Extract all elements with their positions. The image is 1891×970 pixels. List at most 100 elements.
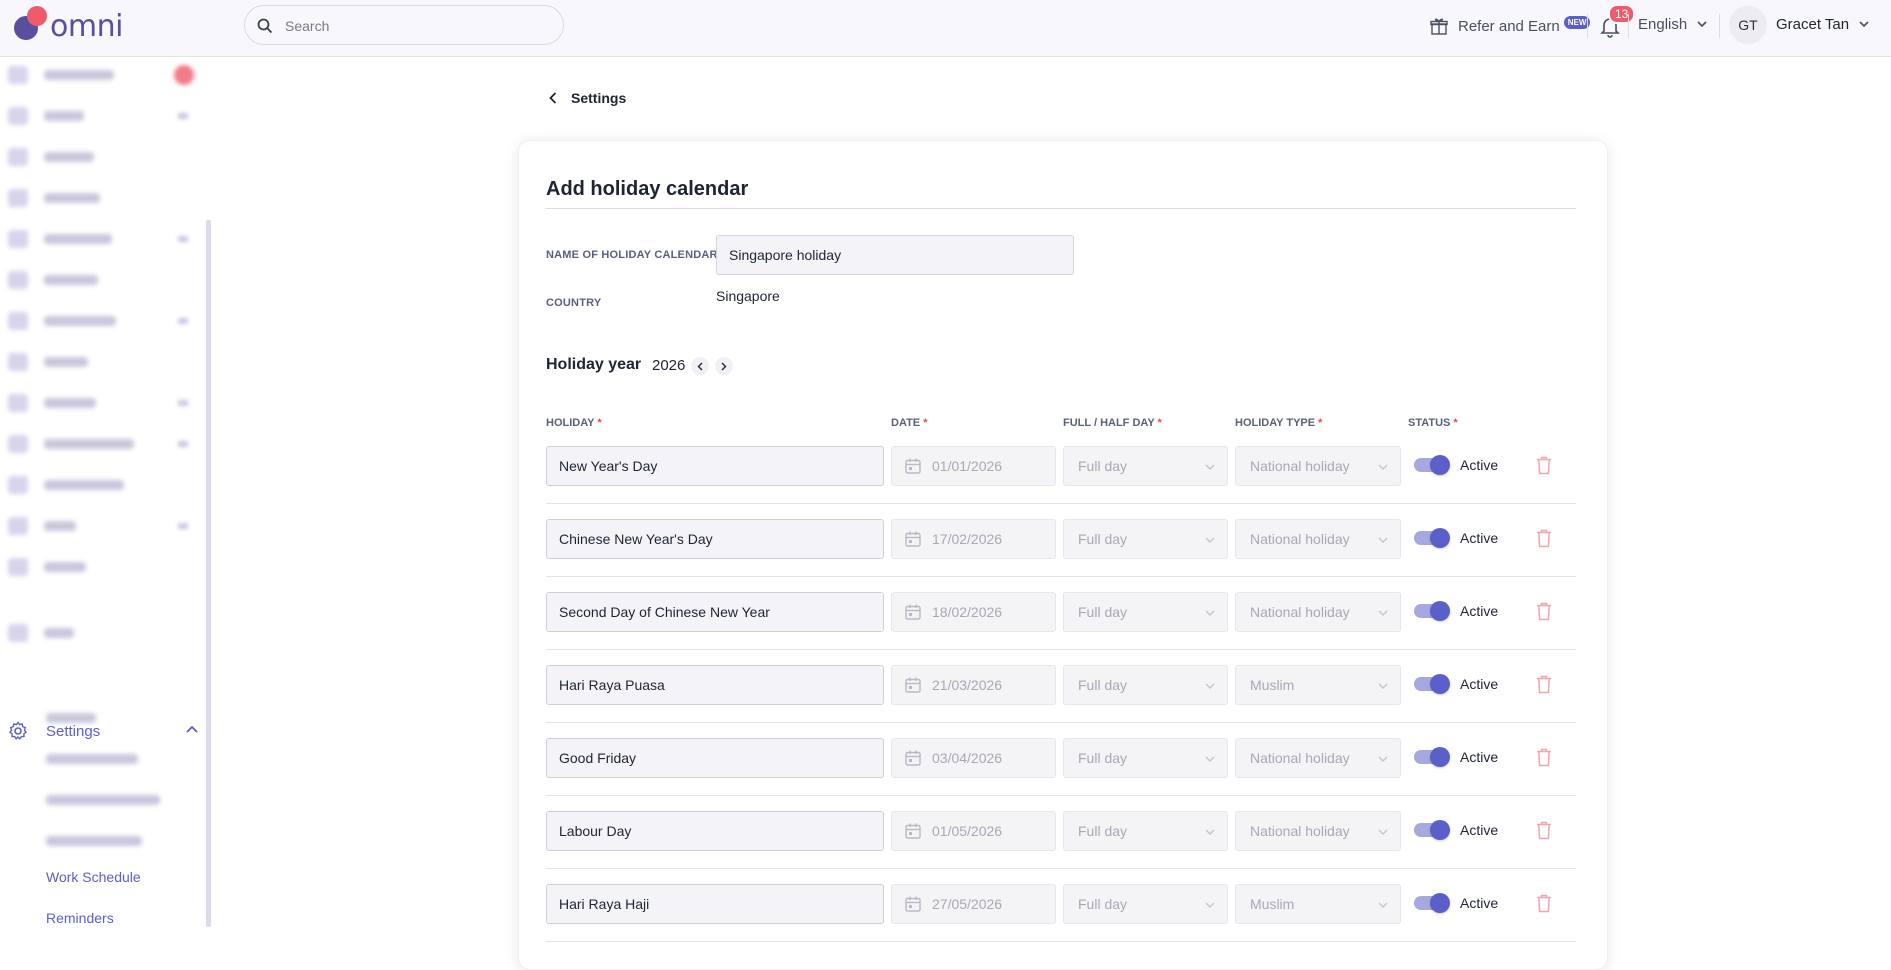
day-type-value: Full day	[1078, 750, 1128, 766]
chevron-left-icon	[549, 92, 557, 104]
status-label: Active	[1460, 749, 1499, 765]
holiday-type-select[interactable]: Muslim	[1235, 884, 1401, 924]
toggle-knob	[1430, 674, 1450, 694]
day-type-select[interactable]: Full day	[1063, 519, 1228, 559]
date-picker[interactable]: 03/04/2026	[891, 738, 1056, 778]
holiday-type-select[interactable]: National holiday	[1235, 446, 1401, 486]
date-picker[interactable]: 27/05/2026	[891, 884, 1056, 924]
chevron-up-icon[interactable]	[186, 725, 198, 733]
calendar-name-input[interactable]	[716, 235, 1074, 275]
calendar-icon	[905, 677, 921, 693]
user-menu[interactable]: Gracet Tan	[1776, 16, 1869, 33]
holiday-name-input[interactable]	[546, 665, 884, 705]
day-type-select[interactable]: Full day	[1063, 446, 1228, 486]
date-picker[interactable]: 18/02/2026	[891, 592, 1056, 632]
sidebar-subitem-reminders[interactable]: Reminders	[46, 910, 114, 926]
sidebar-subitem-work-schedule[interactable]: Work Schedule	[46, 869, 141, 885]
sidebar-item-blurred[interactable]	[8, 352, 88, 372]
sidebar-item-blurred[interactable]	[8, 270, 98, 290]
trash-icon[interactable]	[1536, 894, 1552, 913]
chevron-down-icon	[1378, 756, 1388, 762]
date-picker[interactable]: 17/02/2026	[891, 519, 1056, 559]
trash-icon[interactable]	[1536, 675, 1552, 694]
sidebar-subitem-blurred[interactable]	[46, 836, 142, 846]
chevron-right-icon	[721, 362, 727, 370]
sidebar-item-blurred[interactable]	[8, 434, 134, 454]
sidebar-subitem-blurred[interactable]	[46, 795, 160, 805]
date-value: 01/01/2026	[932, 458, 1003, 474]
day-type-select[interactable]: Full day	[1063, 592, 1228, 632]
holiday-name-input[interactable]	[546, 446, 884, 486]
sidebar-item-blurred[interactable]	[8, 393, 96, 413]
holiday-type-select[interactable]: National holiday	[1235, 592, 1401, 632]
row-divider	[546, 868, 1576, 869]
date-value: 18/02/2026	[932, 604, 1003, 620]
holiday-name-input[interactable]	[546, 884, 884, 924]
avatar[interactable]: GT	[1729, 6, 1767, 44]
date-picker[interactable]: 21/03/2026	[891, 665, 1056, 705]
holiday-type-select[interactable]: Muslim	[1235, 665, 1401, 705]
sidebar-item-blurred[interactable]	[8, 475, 124, 495]
status-label: Active	[1460, 676, 1499, 692]
trash-icon[interactable]	[1536, 529, 1552, 548]
trash-icon[interactable]	[1536, 748, 1552, 767]
column-header-date: DATE *	[891, 417, 928, 429]
status-toggle[interactable]	[1414, 528, 1450, 548]
chevron-down-icon	[1378, 610, 1388, 616]
search-box[interactable]	[244, 5, 564, 45]
previous-year-button[interactable]	[691, 357, 709, 375]
holiday-name-input[interactable]	[546, 811, 884, 851]
sidebar-item-blurred[interactable]	[8, 311, 116, 331]
divider	[546, 208, 1576, 209]
status-label: Active	[1460, 457, 1499, 473]
sidebar-item-blurred[interactable]	[8, 516, 76, 536]
trash-icon[interactable]	[1536, 456, 1552, 475]
status-toggle[interactable]	[1414, 747, 1450, 767]
breadcrumb[interactable]: Settings	[549, 90, 626, 106]
sidebar-item-blurred[interactable]	[8, 229, 112, 249]
table-row: 21/03/2026 Full day Muslim Active	[546, 665, 1576, 738]
sidebar-subitem-blurred[interactable]	[46, 754, 138, 764]
sidebar-item-blurred[interactable]	[8, 147, 94, 167]
holiday-name-input[interactable]	[546, 592, 884, 632]
sidebar-subitem-blurred[interactable]	[46, 713, 96, 723]
table-row: 03/04/2026 Full day National holiday Act…	[546, 738, 1576, 811]
next-year-button[interactable]	[715, 357, 733, 375]
holiday-name-input[interactable]	[546, 519, 884, 559]
chevron-down-icon	[1205, 756, 1215, 762]
status-toggle[interactable]	[1414, 601, 1450, 621]
holiday-type-select[interactable]: National holiday	[1235, 738, 1401, 778]
row-divider	[546, 941, 1576, 942]
country-value: Singapore	[716, 288, 780, 304]
language-selector[interactable]: English	[1638, 16, 1707, 33]
chevron-down-icon	[1378, 537, 1388, 543]
toggle-knob	[1430, 601, 1450, 621]
sidebar-item-blurred[interactable]	[8, 188, 100, 208]
sidebar-item-blurred[interactable]	[8, 65, 114, 85]
sidebar-item-blurred[interactable]	[8, 106, 84, 126]
sidebar-item-settings[interactable]: Settings	[8, 719, 198, 743]
sidebar-item-blurred[interactable]	[8, 623, 74, 643]
day-type-select[interactable]: Full day	[1063, 884, 1228, 924]
status-toggle[interactable]	[1414, 674, 1450, 694]
trash-icon[interactable]	[1536, 821, 1552, 840]
refer-and-earn-link[interactable]: Refer and Earn NEW	[1430, 14, 1591, 38]
holiday-type-select[interactable]: National holiday	[1235, 811, 1401, 851]
status-toggle[interactable]	[1414, 455, 1450, 475]
search-input[interactable]	[285, 16, 545, 36]
status-toggle[interactable]	[1414, 893, 1450, 913]
omni-logo[interactable]: omni	[12, 6, 132, 46]
date-picker[interactable]: 01/01/2026	[891, 446, 1056, 486]
holiday-type-select[interactable]: National holiday	[1235, 519, 1401, 559]
date-picker[interactable]: 01/05/2026	[891, 811, 1056, 851]
holiday-name-input[interactable]	[546, 738, 884, 778]
day-type-value: Full day	[1078, 823, 1128, 839]
day-type-select[interactable]: Full day	[1063, 665, 1228, 705]
sidebar-item-blurred[interactable]	[8, 557, 86, 577]
logo-mark-red	[27, 6, 47, 26]
status-toggle[interactable]	[1414, 820, 1450, 840]
day-type-select[interactable]: Full day	[1063, 811, 1228, 851]
trash-icon[interactable]	[1536, 602, 1552, 621]
chevron-down-icon	[178, 113, 188, 119]
day-type-select[interactable]: Full day	[1063, 738, 1228, 778]
